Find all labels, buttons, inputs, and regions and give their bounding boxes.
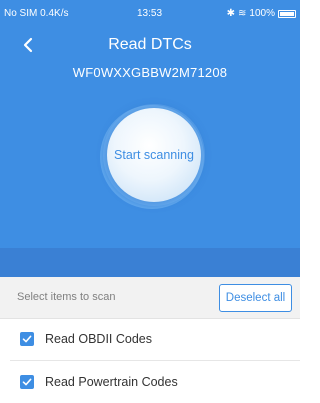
start-scanning-label: Start scanning <box>114 148 194 162</box>
list-item-label: Read Powertrain Codes <box>45 375 178 389</box>
select-items-hint: Select items to scan <box>17 291 116 303</box>
bluetooth-icon: ✱ <box>226 8 236 19</box>
list-item-read-powertrain[interactable]: Read Powertrain Codes <box>0 361 300 403</box>
battery-icon <box>278 9 296 18</box>
checkbox-checked-icon[interactable] <box>20 375 34 389</box>
checkbox-checked-icon[interactable] <box>20 332 34 346</box>
header-band <box>0 248 300 277</box>
page-title: Read DTCs <box>108 36 192 53</box>
list-item-read-obdii[interactable]: Read OBDII Codes <box>0 318 300 360</box>
status-carrier: No SIM 0.4K/s <box>4 8 69 19</box>
wifi-icon: ≋ <box>238 8 247 19</box>
deselect-all-button[interactable]: Deselect all <box>219 284 292 312</box>
battery-percent: 100% <box>249 8 275 19</box>
list-item-label: Read OBDII Codes <box>45 332 152 346</box>
vin-number: WF0WXXGBBW2M71208 <box>72 65 228 80</box>
status-bar: No SIM 0.4K/s 13:53 ✱ ≋ 100% <box>0 0 300 20</box>
status-right: ✱ ≋ 100% <box>227 8 296 19</box>
start-scanning-button[interactable]: Start scanning <box>107 108 201 202</box>
status-time: 13:53 <box>137 8 163 19</box>
